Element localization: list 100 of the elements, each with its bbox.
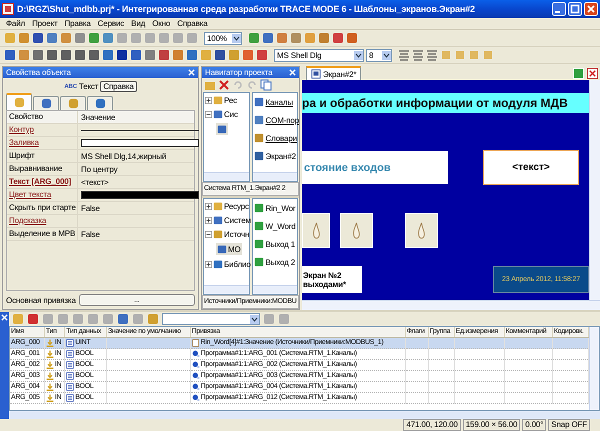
label-box[interactable]: стояние входов	[302, 151, 448, 184]
expander-icon[interactable]	[205, 110, 212, 118]
zoom-combo[interactable]: 100%	[204, 32, 242, 44]
help-button[interactable]: Справка	[100, 81, 137, 92]
format-icon[interactable]	[454, 49, 466, 61]
scrollbar[interactable]	[204, 285, 248, 294]
tree-item[interactable]: Систем	[213, 215, 251, 225]
list-item[interactable]: W_Word	[266, 222, 296, 230]
scrollbar[interactable]	[589, 80, 600, 300]
align-icon[interactable]	[398, 49, 410, 61]
property-value: <текст>	[81, 178, 109, 186]
scrollbar[interactable]	[204, 172, 248, 181]
restore-icon[interactable]	[573, 68, 584, 78]
property-name[interactable]: Заливка	[7, 137, 78, 149]
toolbar-icon[interactable]	[74, 49, 86, 61]
scrollbar[interactable]	[252, 285, 297, 294]
list-item[interactable]: Rin_Wor	[266, 204, 296, 212]
align-icon[interactable]	[426, 49, 438, 61]
tab[interactable]	[6, 93, 32, 110]
color-swatch[interactable]	[81, 139, 199, 147]
search-field[interactable]	[162, 313, 260, 325]
property-value: MS Shell Dlg,14,жирный	[81, 152, 166, 160]
link-icon	[192, 339, 200, 347]
toolbar-icon[interactable]	[214, 49, 226, 61]
list-item[interactable]: Каналы	[266, 98, 293, 106]
expander-icon[interactable]	[205, 96, 212, 104]
flame-button[interactable]	[302, 213, 330, 248]
menu-item[interactable]: Вид	[128, 19, 148, 28]
format-icon[interactable]	[468, 49, 480, 61]
format-icon[interactable]	[482, 49, 494, 61]
font-size-combo[interactable]: 8	[366, 48, 392, 62]
status-field: 159.00 × 56.00	[462, 419, 520, 431]
tree-item[interactable]: Сис	[213, 109, 238, 119]
tab[interactable]	[60, 96, 86, 110]
list-item[interactable]: COM-пор	[266, 116, 300, 124]
property-name[interactable]: Цвет текста	[7, 189, 78, 201]
arrow-down-icon	[46, 339, 54, 347]
expander-icon[interactable]	[205, 230, 212, 238]
toolbar-icon[interactable]	[117, 313, 129, 325]
list-item[interactable]: Выход 1	[266, 240, 296, 248]
text-box[interactable]: <текст>	[484, 151, 578, 184]
color-swatch[interactable]	[81, 191, 199, 199]
expander-icon[interactable]	[205, 202, 212, 210]
toolbar-icon[interactable]	[262, 32, 274, 44]
tree-item[interactable]: Библио	[213, 259, 251, 269]
tree-item[interactable]: Источн	[213, 229, 250, 239]
toolbar-icon[interactable]	[46, 49, 58, 61]
tab[interactable]	[33, 96, 59, 110]
toolbar-icon[interactable]	[186, 49, 198, 61]
menu-item[interactable]: Файл	[3, 19, 28, 28]
scrollbar[interactable]	[252, 172, 297, 181]
menu-item[interactable]: Проект	[29, 19, 61, 28]
menu-item[interactable]: Сервис	[94, 19, 128, 28]
scrollbar[interactable]	[302, 300, 600, 310]
property-name[interactable]: Контур	[7, 124, 78, 136]
toolbar-icon[interactable]	[32, 49, 44, 61]
list-item[interactable]: Экран#2	[266, 152, 296, 160]
close-icon[interactable]	[587, 68, 598, 78]
copy-icon[interactable]	[260, 79, 272, 91]
list-item[interactable]: Словари	[266, 134, 297, 142]
column-header: Свойство	[7, 111, 78, 123]
flame-button[interactable]	[340, 213, 373, 248]
tree-item[interactable]	[216, 123, 228, 135]
align-icon[interactable]	[412, 49, 424, 61]
list-item[interactable]: Выход 2	[266, 258, 296, 266]
toolbar-icon[interactable]	[332, 32, 344, 44]
menu-item[interactable]: Правка	[62, 19, 94, 28]
menu-item[interactable]: Справка	[174, 19, 211, 28]
toolbar-icon[interactable]	[27, 313, 39, 325]
tree-item[interactable]: MO	[216, 243, 242, 255]
tree-item[interactable]: Рес	[213, 95, 237, 105]
toolbar-icon[interactable]	[4, 49, 16, 61]
toolbar-icon[interactable]	[88, 49, 100, 61]
sphere-icon	[192, 383, 200, 391]
property-name[interactable]: Подсказка	[7, 215, 78, 227]
maximize-button[interactable]	[568, 2, 582, 16]
toolbar-icon[interactable]	[60, 49, 72, 61]
expander-icon[interactable]	[205, 216, 212, 224]
toolbar-icon[interactable]	[102, 49, 114, 61]
property-name[interactable]: Текст [ARG_000]	[7, 176, 78, 188]
toolbar-icon[interactable]	[32, 32, 44, 44]
flame-button[interactable]	[405, 213, 438, 248]
toolbar-icon[interactable]	[130, 49, 142, 61]
caption-box[interactable]: Экран №2 выходами*	[302, 266, 362, 293]
expander-icon[interactable]	[205, 260, 212, 268]
document-tab[interactable]: Экран#2*	[306, 66, 362, 80]
toolbar-icon[interactable]	[158, 49, 170, 61]
scrollbar[interactable]	[589, 327, 599, 410]
menu-item[interactable]: Окно	[149, 19, 174, 28]
scrollbar[interactable]	[9, 411, 600, 419]
toolbar-icon[interactable]	[116, 49, 128, 61]
tab-icon	[94, 98, 106, 109]
close-button[interactable]	[584, 2, 598, 16]
font-combo[interactable]: MS Shell Dlg	[274, 48, 364, 62]
caret-icon	[382, 50, 391, 60]
delete-icon[interactable]	[218, 79, 230, 91]
minimize-button[interactable]	[552, 2, 566, 16]
tree-item[interactable]: Ресурс	[213, 201, 249, 211]
toolbar-icon[interactable]	[256, 49, 268, 61]
tab[interactable]	[87, 96, 113, 110]
